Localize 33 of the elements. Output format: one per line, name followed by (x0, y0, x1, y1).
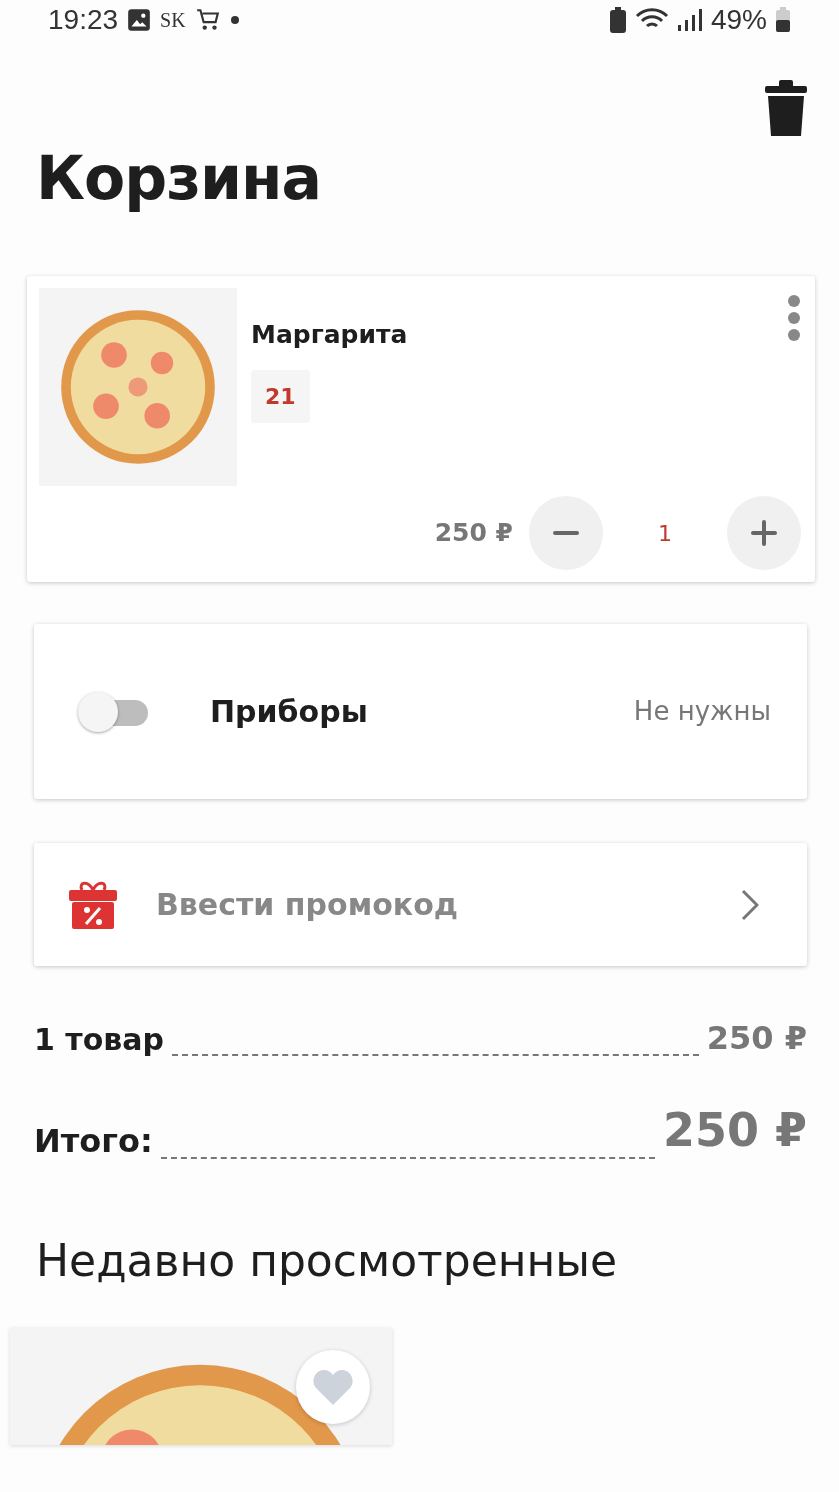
summary-amount: 250 ₽ (706, 1018, 807, 1059)
product-card[interactable] (10, 1327, 392, 1445)
plus-icon (751, 520, 777, 546)
summary-amount: 250 ₽ (662, 1102, 807, 1159)
minus-icon (553, 531, 579, 535)
item-price: 250 ₽ (434, 517, 513, 550)
dot-icon (229, 15, 240, 25)
more-icon (787, 294, 801, 342)
cutlery-toggle[interactable] (78, 691, 148, 732)
gift-icon (68, 879, 118, 930)
summary-label: Итого: (34, 1121, 153, 1162)
item-tag: 21 (251, 369, 310, 423)
cutlery-value: Не нужны (633, 695, 771, 728)
chevron-right-icon (741, 888, 759, 921)
signal-icon (676, 8, 703, 32)
section-title: Недавно просмотренные (35, 1235, 619, 1288)
status-carrier: SK (160, 8, 186, 33)
more-button[interactable] (787, 294, 801, 342)
delete-button[interactable] (765, 80, 807, 136)
battery-icon (775, 7, 791, 33)
page-title: Корзина (35, 142, 323, 214)
battery-saver-icon (608, 6, 627, 34)
summary-label: 1 товар (34, 1021, 165, 1059)
trash-icon (765, 80, 807, 136)
image-icon (126, 7, 153, 33)
promo-code-button[interactable]: Ввести промокод (34, 843, 807, 966)
status-time: 19:23 (48, 3, 119, 37)
battery-percent: 49% (710, 3, 767, 37)
cutlery-label: Приборы (210, 693, 369, 731)
item-name: Маргарита (251, 319, 408, 351)
heart-icon (313, 1368, 353, 1405)
favorite-button[interactable] (296, 1349, 370, 1424)
item-quantity: 1 (657, 519, 673, 548)
